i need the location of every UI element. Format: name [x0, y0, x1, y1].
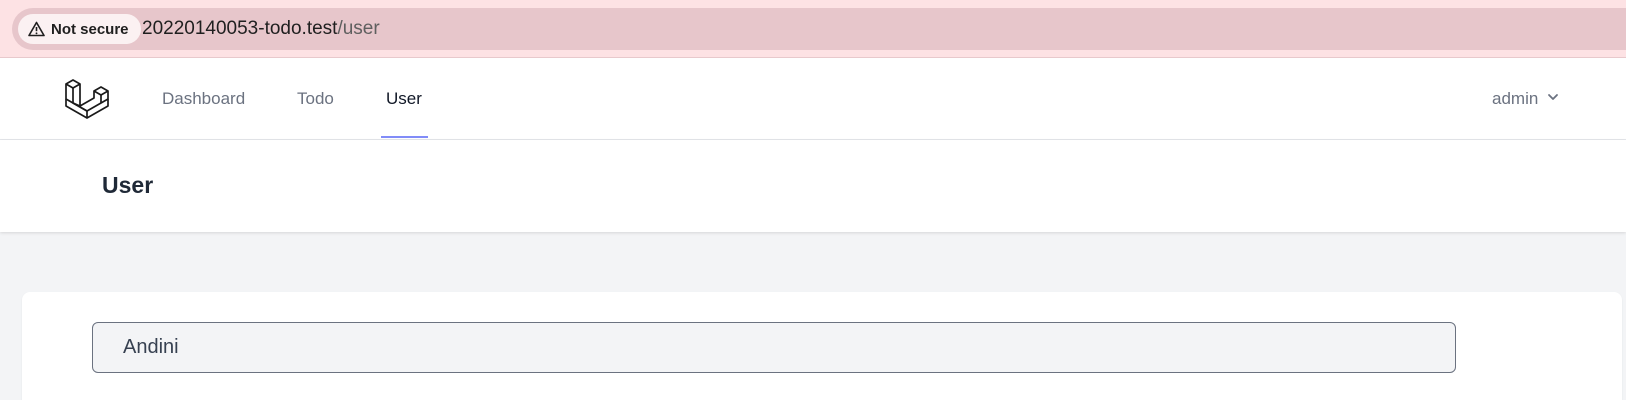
chevron-down-icon [1546, 89, 1560, 109]
omnibox[interactable]: Not secure 20220140053-todo.test/user [12, 8, 1626, 50]
laravel-logo-icon[interactable] [64, 76, 110, 122]
nav-link-user[interactable]: User [381, 58, 428, 140]
content-card [22, 292, 1622, 400]
page-header: User [0, 140, 1626, 232]
main-navigation: Dashboard Todo User admin [0, 58, 1626, 140]
security-label: Not secure [51, 20, 129, 38]
user-name: admin [1492, 89, 1539, 108]
url-path: /user [337, 18, 380, 39]
url-text[interactable]: 20220140053-todo.test/user [142, 8, 380, 50]
user-dropdown[interactable]: admin [1492, 58, 1560, 140]
name-field[interactable] [92, 322, 1456, 373]
browser-address-bar: Not secure 20220140053-todo.test/user [0, 0, 1626, 58]
security-indicator[interactable]: Not secure [18, 14, 141, 44]
page-title: User [102, 172, 154, 198]
nav-link-todo[interactable]: Todo [297, 58, 334, 140]
url-host: 20220140053-todo.test [142, 18, 338, 39]
nav-link-dashboard[interactable]: Dashboard [162, 58, 245, 140]
warning-triangle-icon [28, 21, 45, 37]
